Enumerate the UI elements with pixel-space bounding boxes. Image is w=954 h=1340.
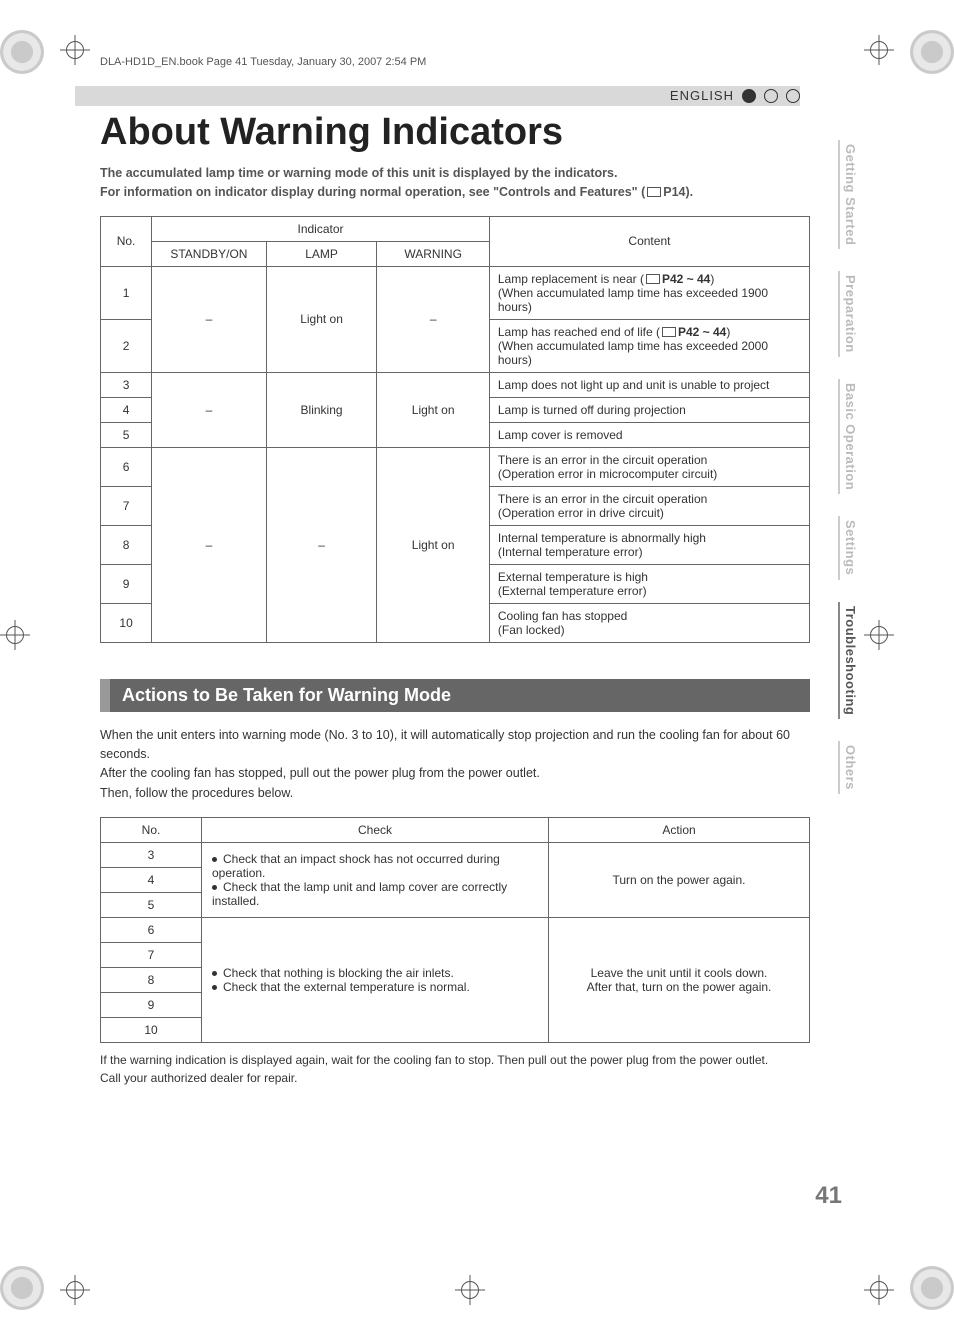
cell-action: Leave the unit until it cools down.After… xyxy=(549,918,810,1043)
pdf-header-line: DLA-HD1D_EN.book Page 41 Tuesday, Januar… xyxy=(100,56,426,68)
page-ref-icon xyxy=(647,187,661,197)
language-dot-icon xyxy=(742,89,756,103)
bullet-icon xyxy=(212,857,217,862)
actions-table: No. Check Action 3 Check that an impact … xyxy=(100,817,810,1043)
cell-check: Check that nothing is blocking the air i… xyxy=(202,918,549,1043)
th-no: No. xyxy=(101,216,152,266)
cell-content: Lamp replacement is near (P42 ~ 44) (Whe… xyxy=(489,266,809,319)
language-dot-icon xyxy=(764,89,778,103)
table-row: 5 xyxy=(101,893,202,918)
cell-content: There is an error in the circuit operati… xyxy=(489,447,809,486)
table-row: 8 xyxy=(101,525,152,564)
table-row: 4 xyxy=(101,397,152,422)
table-row: 5 xyxy=(101,422,152,447)
cell-warning: Light on xyxy=(377,447,489,642)
table-row: 3 xyxy=(101,843,202,868)
section-tabs: Getting Started Preparation Basic Operat… xyxy=(838,140,858,794)
crop-mark-icon xyxy=(0,620,30,650)
footer-note: If the warning indication is displayed a… xyxy=(100,1051,810,1087)
tab-basic-operation: Basic Operation xyxy=(838,379,858,494)
body-text: When the unit enters into warning mode (… xyxy=(100,726,810,804)
cell-standby: – xyxy=(152,266,267,372)
crop-mark-icon xyxy=(864,35,894,65)
crop-mark-icon xyxy=(60,35,90,65)
table-row: 1 xyxy=(101,266,152,319)
page-ref-icon xyxy=(662,327,676,337)
tab-others: Others xyxy=(838,741,858,794)
th-check: Check xyxy=(202,818,549,843)
table-row: 8 xyxy=(101,968,202,993)
page-ref-icon xyxy=(646,274,660,284)
table-row: 6 xyxy=(101,447,152,486)
table-row: 7 xyxy=(101,943,202,968)
crop-mark-icon xyxy=(60,1275,90,1305)
tab-settings: Settings xyxy=(838,516,858,579)
cell-action: Turn on the power again. xyxy=(549,843,810,918)
page-title: About Warning Indicators xyxy=(100,111,810,154)
cell-lamp: Light on xyxy=(266,266,377,372)
bullet-icon xyxy=(212,985,217,990)
intro-text: The accumulated lamp time or warning mod… xyxy=(100,164,810,202)
th-action: Action xyxy=(549,818,810,843)
cell-warning: Light on xyxy=(377,372,489,447)
table-row: 2 xyxy=(101,319,152,372)
print-mark-icon xyxy=(0,1266,44,1310)
print-mark-icon xyxy=(910,1266,954,1310)
table-row: 3 xyxy=(101,372,152,397)
th-content: Content xyxy=(489,216,809,266)
print-mark-icon xyxy=(0,30,44,74)
tab-troubleshooting: Troubleshooting xyxy=(838,602,858,719)
cell-lamp: – xyxy=(266,447,377,642)
cell-standby: – xyxy=(152,372,267,447)
bullet-icon xyxy=(212,971,217,976)
cell-content: Lamp is turned off during projection xyxy=(489,397,809,422)
th-standby: STANDBY/ON xyxy=(152,241,267,266)
cell-lamp: Blinking xyxy=(266,372,377,447)
cell-content: External temperature is high(External te… xyxy=(489,564,809,603)
table-row: 10 xyxy=(101,603,152,642)
tab-getting-started: Getting Started xyxy=(838,140,858,249)
cell-content: Lamp cover is removed xyxy=(489,422,809,447)
section-heading: Actions to Be Taken for Warning Mode xyxy=(100,679,810,712)
th-no: No. xyxy=(101,818,202,843)
bullet-icon xyxy=(212,885,217,890)
cell-warning: – xyxy=(377,266,489,372)
th-lamp: LAMP xyxy=(266,241,377,266)
language-dot-icon xyxy=(786,89,800,103)
cell-content: Lamp does not light up and unit is unabl… xyxy=(489,372,809,397)
page-number: 41 xyxy=(815,1182,842,1210)
crop-mark-icon xyxy=(864,1275,894,1305)
table-row: 10 xyxy=(101,1018,202,1043)
table-row: 4 xyxy=(101,868,202,893)
tab-preparation: Preparation xyxy=(838,271,858,357)
th-warning: WARNING xyxy=(377,241,489,266)
table-row: 9 xyxy=(101,564,152,603)
print-mark-icon xyxy=(910,30,954,74)
cell-content: There is an error in the circuit operati… xyxy=(489,486,809,525)
th-indicator: Indicator xyxy=(152,216,490,241)
cell-content: Cooling fan has stopped(Fan locked) xyxy=(489,603,809,642)
cell-check: Check that an impact shock has not occur… xyxy=(202,843,549,918)
crop-mark-icon xyxy=(864,620,894,650)
cell-content: Lamp has reached end of life (P42 ~ 44) … xyxy=(489,319,809,372)
table-row: 6 xyxy=(101,918,202,943)
language-label: ENGLISH xyxy=(670,88,734,103)
table-row: 7 xyxy=(101,486,152,525)
indicator-table: No. Indicator Content STANDBY/ON LAMP WA… xyxy=(100,216,810,643)
cell-content: Internal temperature is abnormally high(… xyxy=(489,525,809,564)
cell-standby: – xyxy=(152,447,267,642)
crop-mark-icon xyxy=(455,1275,485,1305)
table-row: 9 xyxy=(101,993,202,1018)
